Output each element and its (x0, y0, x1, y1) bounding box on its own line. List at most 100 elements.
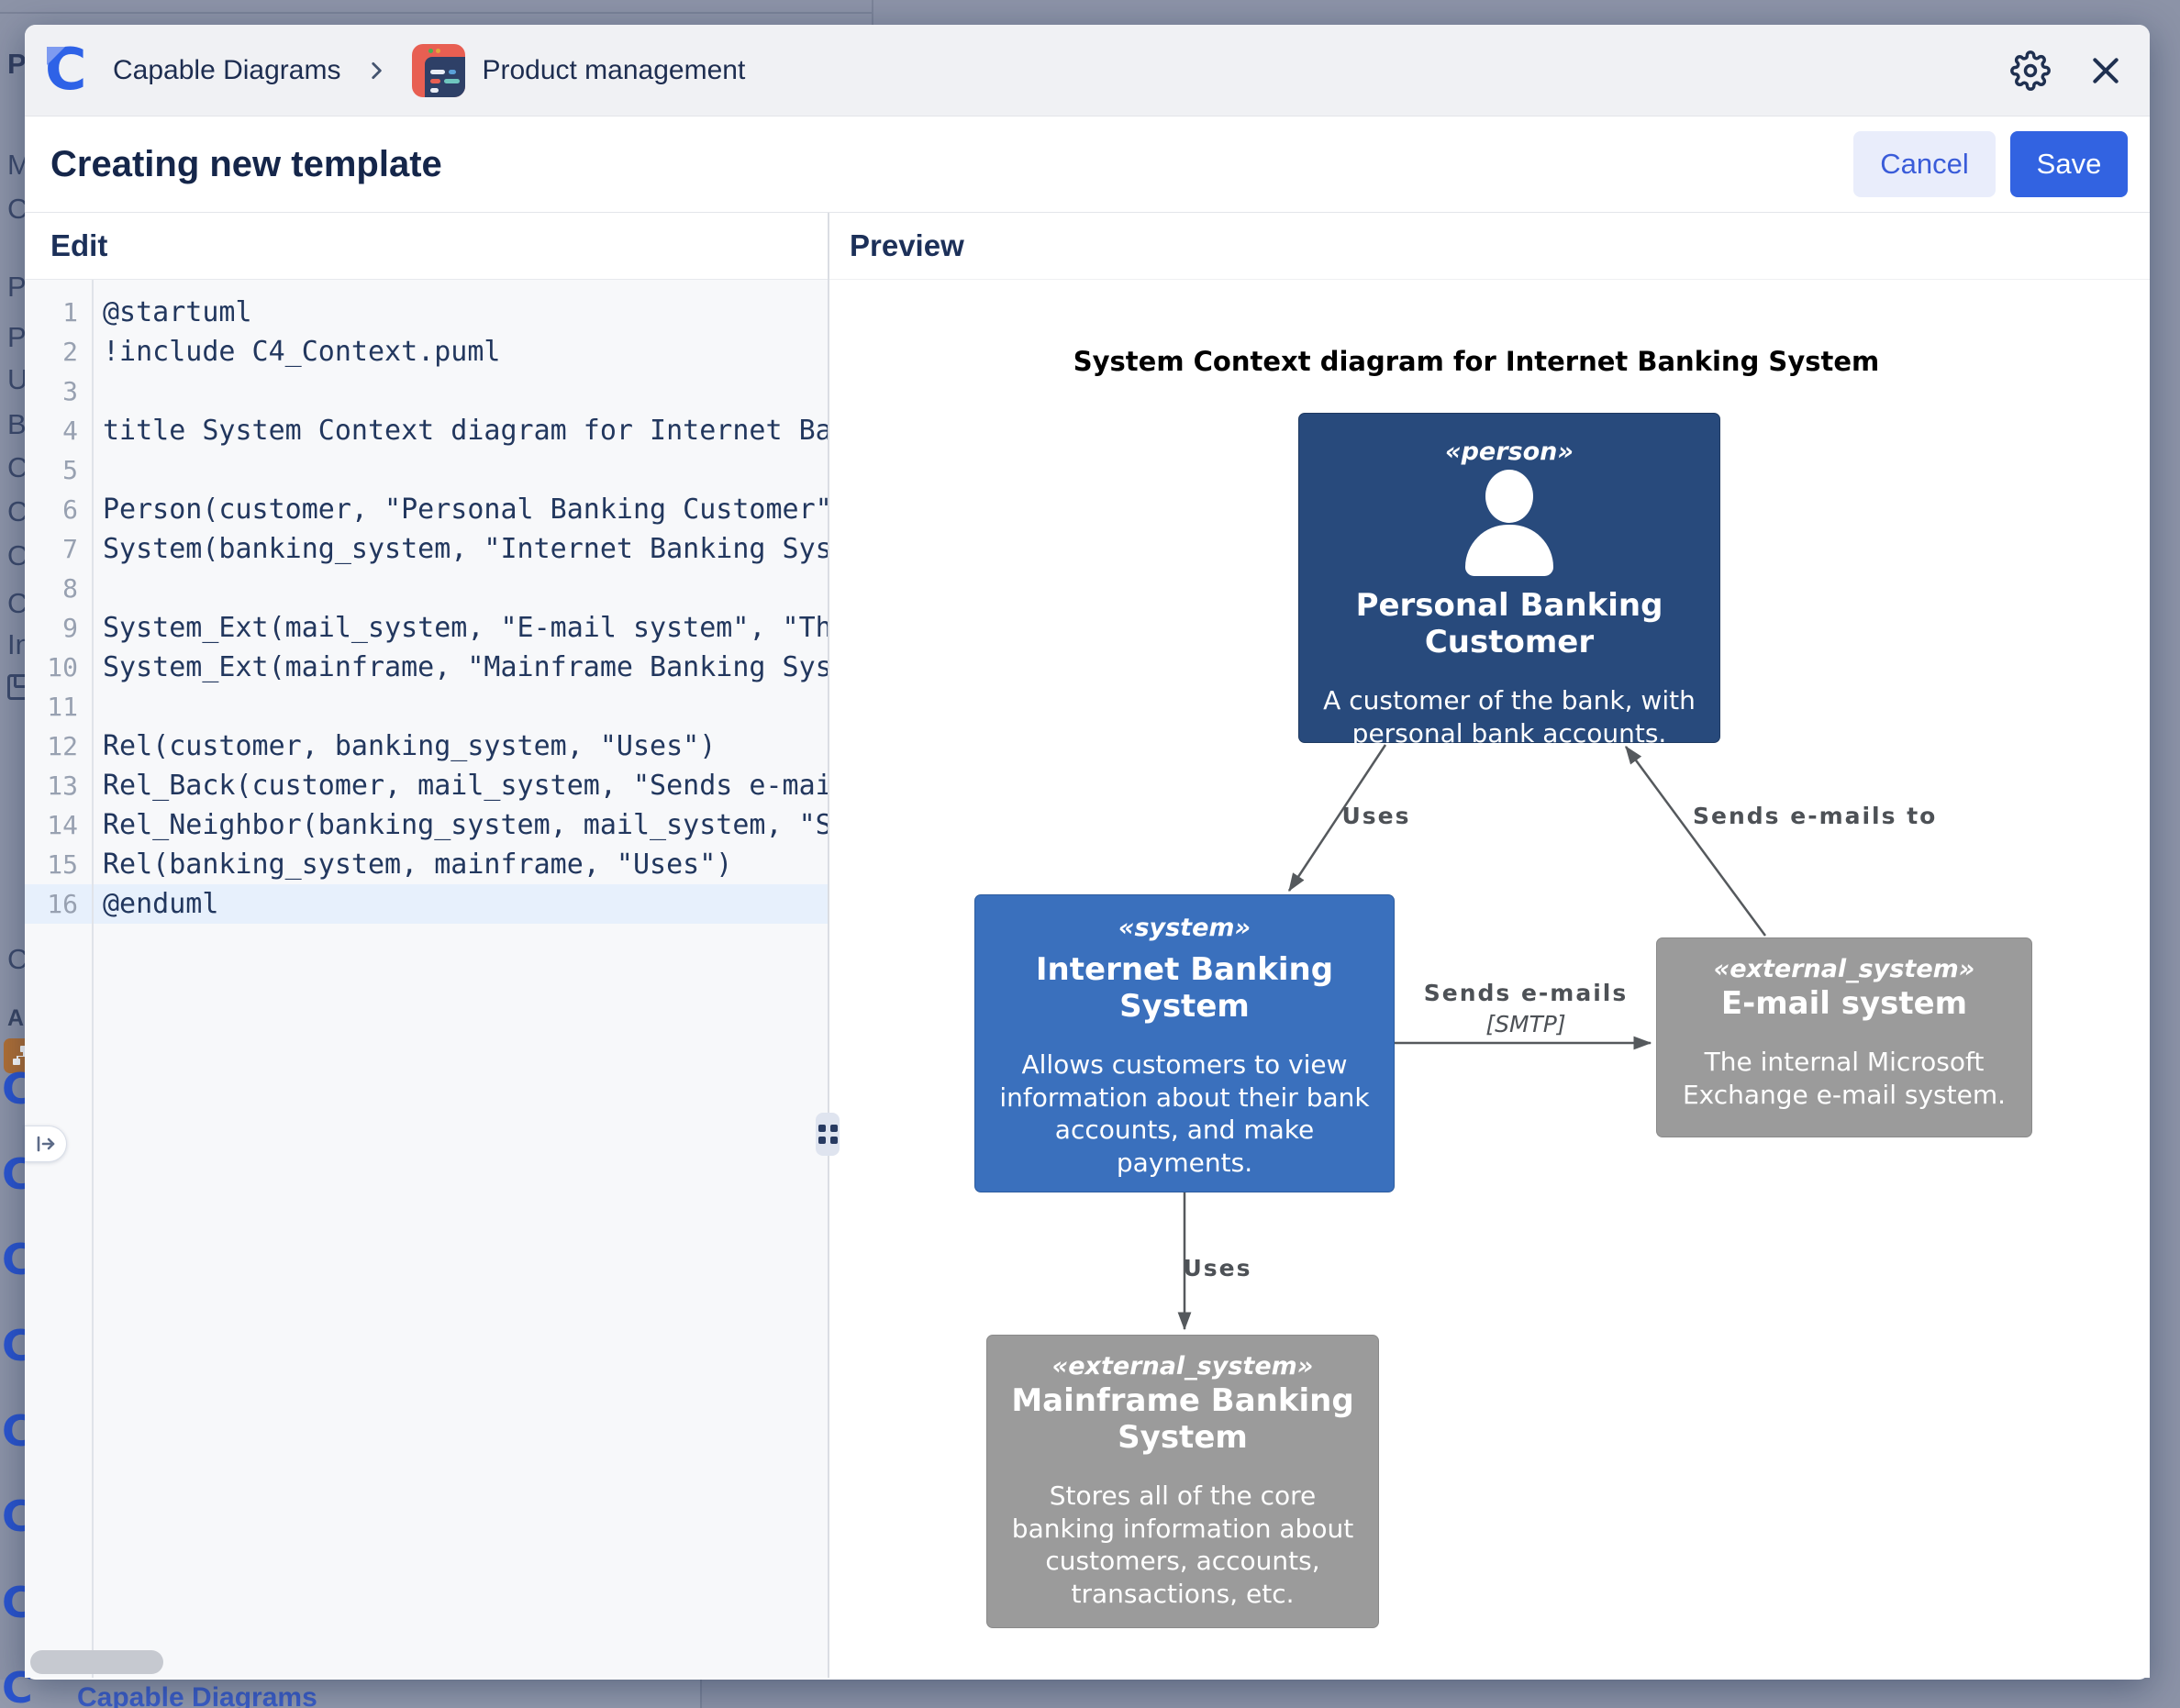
preview-panel-header: Preview (829, 213, 2150, 280)
background-divider (0, 12, 872, 14)
code-text: !include C4_Context.puml (78, 336, 500, 368)
page-title: Creating new template (50, 144, 442, 185)
line-number: 9 (25, 613, 78, 643)
edit-heading: Edit (50, 228, 107, 263)
diagram-node-banking-system: «system» Internet Banking System Allows … (974, 894, 1395, 1192)
line-number: 1 (25, 297, 78, 327)
node-name: E-mail system (1668, 985, 2020, 1022)
diagram-node-email-system: «external_system» E-mail system The inte… (1656, 937, 2032, 1137)
node-stereotype: «system» (990, 914, 1379, 942)
edge-label-sends-emails: Sends e-mails (1411, 980, 1641, 1006)
editor-content: Edit 1@startuml2!include C4_Context.puml… (25, 213, 2150, 1678)
chevron-right-icon (364, 59, 388, 83)
line-number: 11 (25, 692, 78, 722)
code-line[interactable]: 5 (25, 450, 828, 490)
node-description: Allows customers to view information abo… (990, 1048, 1379, 1179)
code-line[interactable]: 12Rel(customer, banking_system, "Uses") (25, 726, 828, 766)
edit-panel: Edit 1@startuml2!include C4_Context.puml… (25, 213, 829, 1678)
node-description: Stores all of the core banking informati… (998, 1480, 1367, 1610)
code-text: Rel(banking_system, mainframe, "Uses") (78, 848, 732, 881)
background-app-link: Capable Diagrams (77, 1682, 317, 1708)
node-name: Internet Banking System (990, 951, 1379, 1025)
code-line[interactable]: 11 (25, 687, 828, 726)
node-stereotype: «external_system» (998, 1352, 1367, 1381)
code-line[interactable]: 15Rel(banking_system, mainframe, "Uses") (25, 845, 828, 884)
capable-diagrams-logo-icon: C (45, 45, 96, 96)
node-stereotype: «person» (1312, 438, 1707, 466)
line-number: 16 (25, 889, 78, 919)
close-icon[interactable] (2087, 52, 2124, 89)
diagram-title: System Context diagram for Internet Bank… (1050, 346, 1903, 377)
diagram-node-person: «person» Personal Banking Customer A cus… (1298, 413, 1720, 743)
line-number: 8 (25, 573, 78, 604)
code-line[interactable]: 6Person(customer, "Personal Banking Cust… (25, 490, 828, 529)
line-number: 3 (25, 376, 78, 406)
edge-label-uses-bottom: Uses (1167, 1255, 1268, 1281)
preview-heading: Preview (850, 228, 964, 263)
background-divider (872, 0, 873, 25)
code-line[interactable]: 9System_Ext(mail_system, "E-mail system"… (25, 608, 828, 648)
line-number: 15 (25, 849, 78, 880)
preview-panel: Preview (829, 213, 2150, 1678)
line-number: 14 (25, 810, 78, 840)
code-text: System_Ext(mail_system, "E-mail system",… (78, 612, 828, 644)
line-number: 6 (25, 494, 78, 525)
code-line[interactable]: 10System_Ext(mainframe, "Mainframe Banki… (25, 648, 828, 687)
code-text: System(banking_system, "Internet Banking… (78, 533, 828, 565)
expand-sidebar-icon (35, 1133, 57, 1155)
template-editor-modal: C Capable Diagrams Product management (25, 25, 2150, 1680)
modal-titlebar: Creating new template Cancel Save (25, 116, 2150, 213)
breadcrumb-page-link[interactable]: Product management (482, 55, 745, 86)
code-lines: 1@startuml2!include C4_Context.puml34tit… (25, 293, 828, 924)
line-number: 2 (25, 337, 78, 367)
line-number: 5 (25, 455, 78, 485)
horizontal-scrollbar[interactable] (30, 1650, 163, 1674)
save-button[interactable]: Save (2010, 131, 2128, 197)
code-line[interactable]: 7System(banking_system, "Internet Bankin… (25, 529, 828, 569)
diagram-node-mainframe: «external_system» Mainframe Banking Syst… (986, 1335, 1379, 1628)
panel-resize-handle[interactable] (816, 1113, 840, 1156)
code-line[interactable]: 16@enduml (25, 884, 828, 924)
line-number: 12 (25, 731, 78, 761)
code-text: Rel_Neighbor(banking_system, mail_system… (78, 809, 828, 841)
node-stereotype: «external_system» (1668, 955, 2020, 983)
screen: Pr M Cl Pr Pr Ul By Ca Ca O Cl In Cr AP … (0, 0, 2180, 1708)
breadcrumb-app-link[interactable]: Capable Diagrams (113, 55, 340, 86)
edge-tech-smtp: [SMTP] (1411, 1011, 1641, 1037)
diagram-preview: System Context diagram for Internet Bank… (829, 280, 2150, 1678)
expand-sidebar-button[interactable] (25, 1126, 67, 1162)
code-line[interactable]: 1@startuml (25, 293, 828, 332)
code-text: title System Context diagram for Interne… (78, 415, 828, 447)
line-number: 10 (25, 652, 78, 682)
cancel-button[interactable]: Cancel (1853, 131, 1996, 197)
code-line[interactable]: 3 (25, 372, 828, 411)
code-text: System_Ext(mainframe, "Mainframe Banking… (78, 651, 828, 683)
node-description: The internal Microsoft Exchange e-mail s… (1668, 1046, 2020, 1111)
person-icon (1312, 470, 1707, 578)
settings-gear-icon[interactable] (2010, 50, 2051, 91)
code-text: @startuml (78, 296, 252, 328)
line-number: 7 (25, 534, 78, 564)
page-icon (412, 44, 465, 97)
modal-header: C Capable Diagrams Product management (25, 25, 2150, 116)
code-editor[interactable]: 1@startuml2!include C4_Context.puml34tit… (25, 280, 828, 1678)
background-divider (700, 1680, 702, 1708)
code-text: Rel_Back(customer, mail_system, "Sends e… (78, 770, 828, 802)
code-line[interactable]: 8 (25, 569, 828, 608)
edge-label-uses-top: Uses (1326, 803, 1427, 829)
code-text: @enduml (78, 888, 218, 920)
line-number: 4 (25, 416, 78, 446)
edit-panel-header: Edit (25, 213, 828, 280)
code-text: Rel(customer, banking_system, "Uses") (78, 730, 716, 762)
code-line[interactable]: 2!include C4_Context.puml (25, 332, 828, 372)
node-description: A customer of the bank, with personal ba… (1312, 684, 1707, 749)
node-name: Mainframe Banking System (998, 1382, 1367, 1456)
edge-label-sends-emails-to: Sends e-mails to (1693, 803, 1931, 829)
gutter-divider (92, 280, 94, 1678)
line-number: 13 (25, 771, 78, 801)
code-line[interactable]: 14Rel_Neighbor(banking_system, mail_syst… (25, 805, 828, 845)
code-line[interactable]: 13Rel_Back(customer, mail_system, "Sends… (25, 766, 828, 805)
code-line[interactable]: 4title System Context diagram for Intern… (25, 411, 828, 450)
node-name: Personal Banking Customer (1312, 587, 1707, 660)
code-text: Person(customer, "Personal Banking Custo… (78, 494, 828, 526)
